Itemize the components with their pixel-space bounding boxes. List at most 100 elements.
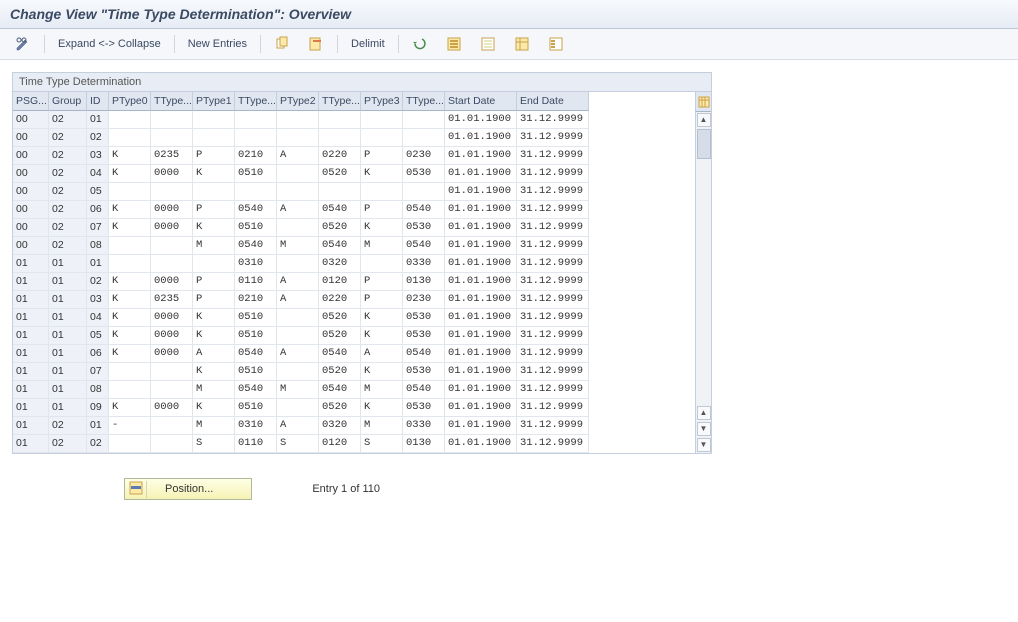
table-cell[interactable]: 09 (87, 399, 109, 417)
position-button[interactable]: Position... (124, 478, 252, 500)
table-cell[interactable]: 0520 (319, 219, 361, 237)
table-cell[interactable]: 31.12.9999 (517, 399, 589, 417)
table-cell[interactable]: 0310 (235, 255, 277, 273)
table-cell[interactable] (403, 129, 445, 147)
column-header[interactable]: TType... (403, 92, 445, 111)
table-cell[interactable]: 31.12.9999 (517, 363, 589, 381)
table-cell[interactable]: M (277, 237, 319, 255)
table-cell[interactable] (277, 309, 319, 327)
table-cell[interactable]: 01.01.1900 (445, 327, 517, 345)
table-cell[interactable]: 00 (13, 183, 49, 201)
scroll-end-button[interactable]: ▼ (697, 438, 711, 452)
table-cell[interactable]: 0520 (319, 327, 361, 345)
table-cell[interactable]: M (193, 381, 235, 399)
table-cell[interactable]: 01 (87, 417, 109, 435)
table-cell[interactable] (151, 183, 193, 201)
table-row[interactable]: 000207K0000K05100520K053001.01.190031.12… (13, 219, 695, 237)
deselect-button[interactable] (473, 33, 503, 55)
table-cell[interactable]: 01 (49, 255, 87, 273)
table-cell[interactable]: A (277, 291, 319, 309)
table-cell[interactable]: 0510 (235, 219, 277, 237)
undo-button[interactable] (405, 33, 435, 55)
table-cell[interactable]: 01.01.1900 (445, 165, 517, 183)
table-cell[interactable]: M (277, 381, 319, 399)
table-cell[interactable]: 0540 (235, 381, 277, 399)
table-cell[interactable] (235, 183, 277, 201)
delimit-button[interactable]: Delimit (344, 33, 392, 55)
table-cell[interactable]: 01 (13, 273, 49, 291)
column-header[interactable]: PType1 (193, 92, 235, 111)
table-cell[interactable]: 01.01.1900 (445, 417, 517, 435)
table-cell[interactable]: 01 (49, 273, 87, 291)
table-cell[interactable] (403, 183, 445, 201)
table-cell[interactable]: M (193, 417, 235, 435)
table-cell[interactable]: 0540 (403, 201, 445, 219)
table-cell[interactable]: K (109, 201, 151, 219)
table-cell[interactable]: 01.01.1900 (445, 399, 517, 417)
table-cell[interactable]: 0000 (151, 219, 193, 237)
table-cell[interactable]: M (361, 417, 403, 435)
table-cell[interactable]: 0320 (319, 255, 361, 273)
table-cell[interactable]: 03 (87, 291, 109, 309)
table-cell[interactable]: 0530 (403, 309, 445, 327)
table-cell[interactable]: 0310 (235, 417, 277, 435)
table-cell[interactable]: 0220 (319, 147, 361, 165)
column-header[interactable]: Start Date (445, 92, 517, 111)
table-cell[interactable]: K (193, 327, 235, 345)
table-cell[interactable]: P (361, 147, 403, 165)
table-cell[interactable]: K (361, 309, 403, 327)
table-cell[interactable]: 01 (13, 399, 49, 417)
select-all-button[interactable] (439, 33, 469, 55)
table-cell[interactable]: 01 (13, 309, 49, 327)
table-cell[interactable]: 0210 (235, 291, 277, 309)
table-cell[interactable]: 0540 (235, 345, 277, 363)
table-cell[interactable]: 01.01.1900 (445, 291, 517, 309)
table-cell[interactable]: 01.01.1900 (445, 309, 517, 327)
table-cell[interactable]: 01 (49, 345, 87, 363)
table-cell[interactable]: 0510 (235, 309, 277, 327)
table-row[interactable]: 010202S0110S0120S013001.01.190031.12.999… (13, 435, 695, 453)
table-cell[interactable]: P (361, 291, 403, 309)
table-cell[interactable] (151, 129, 193, 147)
table-cell[interactable]: 0540 (235, 201, 277, 219)
table-cell[interactable]: 0540 (319, 381, 361, 399)
table-cell[interactable]: 08 (87, 237, 109, 255)
table-cell[interactable]: 01.01.1900 (445, 273, 517, 291)
table-cell[interactable]: 04 (87, 165, 109, 183)
table-cell[interactable]: A (361, 345, 403, 363)
table-cell[interactable]: 31.12.9999 (517, 309, 589, 327)
table-cell[interactable]: K (109, 399, 151, 417)
table-cell[interactable]: 0330 (403, 255, 445, 273)
table-cell[interactable] (277, 399, 319, 417)
table-cell[interactable]: K (109, 291, 151, 309)
column-header[interactable]: TType... (235, 92, 277, 111)
table-cell[interactable] (361, 255, 403, 273)
table-row[interactable]: 00020201.01.190031.12.9999 (13, 129, 695, 147)
table-cell[interactable] (319, 183, 361, 201)
table-cell[interactable]: 0510 (235, 363, 277, 381)
table-cell[interactable]: 00 (13, 201, 49, 219)
table-row[interactable]: 00020501.01.190031.12.9999 (13, 183, 695, 201)
table-cell[interactable]: 0540 (403, 237, 445, 255)
table-cell[interactable]: 0540 (235, 237, 277, 255)
column-header[interactable]: PType3 (361, 92, 403, 111)
table-cell[interactable]: P (193, 201, 235, 219)
table-cell[interactable]: K (193, 363, 235, 381)
table-cell[interactable] (109, 363, 151, 381)
table-cell[interactable] (235, 129, 277, 147)
table-cell[interactable]: 07 (87, 219, 109, 237)
table-cell[interactable] (277, 111, 319, 129)
table-cell[interactable]: 0510 (235, 399, 277, 417)
overview-button[interactable] (541, 33, 571, 55)
table-cell[interactable]: 0120 (319, 273, 361, 291)
table-cell[interactable]: 02 (49, 183, 87, 201)
table-cell[interactable]: 01.01.1900 (445, 219, 517, 237)
table-cell[interactable]: 31.12.9999 (517, 183, 589, 201)
table-cell[interactable]: 00 (13, 129, 49, 147)
table-cell[interactable]: 0110 (235, 435, 277, 453)
table-cell[interactable] (277, 327, 319, 345)
table-cell[interactable]: 01.01.1900 (445, 381, 517, 399)
table-cell[interactable]: A (277, 345, 319, 363)
table-cell[interactable]: 02 (87, 435, 109, 453)
table-cell[interactable]: - (109, 417, 151, 435)
